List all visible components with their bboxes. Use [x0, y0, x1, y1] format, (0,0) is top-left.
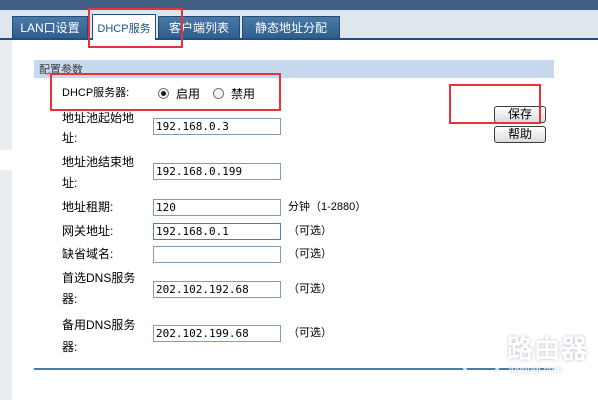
- dhcp-enable-label: 启用: [176, 87, 201, 101]
- dns1-hint: （可选）: [288, 283, 332, 295]
- dns2-hint: （可选）: [288, 327, 332, 339]
- tab-lan-settings[interactable]: LAN口设置: [12, 16, 88, 38]
- watermark: 路由器 luyouqi.com: [457, 335, 597, 395]
- top-banner: [0, 0, 598, 10]
- lease-label: 地址租期:: [62, 200, 114, 214]
- dns2-label: 备用DNS服务: [62, 318, 136, 332]
- router-logo-icon: [460, 338, 502, 380]
- domain-input[interactable]: [153, 246, 281, 263]
- dhcp-disable-label: 禁用: [231, 87, 256, 101]
- end-address-label-cont: 址:: [62, 176, 78, 190]
- start-address-label-cont: 址:: [62, 131, 78, 145]
- dns2-input[interactable]: 202.102.199.68: [153, 325, 281, 342]
- dns1-label: 首选DNS服务: [62, 271, 136, 285]
- dns2-label-cont: 器:: [62, 340, 78, 354]
- lease-input[interactable]: 120: [153, 199, 281, 216]
- dhcp-enable-radio[interactable]: [158, 88, 169, 99]
- gateway-label: 网关地址:: [62, 224, 114, 238]
- start-address-label: 地址池起始地: [62, 111, 135, 125]
- section-header: 配置参数: [34, 60, 554, 78]
- tab-static-address[interactable]: 静态地址分配: [242, 16, 340, 38]
- save-button[interactable]: 保存: [494, 106, 546, 123]
- lease-hint: 分钟（1-2880）: [288, 201, 367, 213]
- left-panel-edge-lower: [0, 170, 12, 400]
- domain-label: 缺省域名:: [62, 247, 114, 261]
- gateway-input[interactable]: 192.168.0.1: [153, 223, 281, 240]
- left-panel-edge: [0, 40, 12, 150]
- help-button[interactable]: 帮助: [494, 126, 546, 143]
- tab-client-list[interactable]: 客户端列表: [158, 16, 240, 38]
- end-address-label: 地址池结束地: [62, 155, 135, 169]
- end-address-input[interactable]: 192.168.0.199: [153, 163, 281, 180]
- domain-hint: （可选）: [288, 248, 332, 260]
- gateway-hint: （可选）: [288, 225, 332, 237]
- dns1-input[interactable]: 202.102.192.68: [153, 281, 281, 298]
- tab-dhcp-service[interactable]: DHCP服务: [92, 14, 156, 40]
- start-address-input[interactable]: 192.168.0.3: [153, 118, 281, 135]
- dhcp-disable-radio[interactable]: [213, 88, 224, 99]
- dhcp-server-label: DHCP服务器:: [62, 87, 130, 99]
- dns1-label-cont: 器:: [62, 292, 78, 306]
- watermark-url: luyouqi.com: [509, 365, 563, 376]
- watermark-text: 路由器: [507, 334, 589, 364]
